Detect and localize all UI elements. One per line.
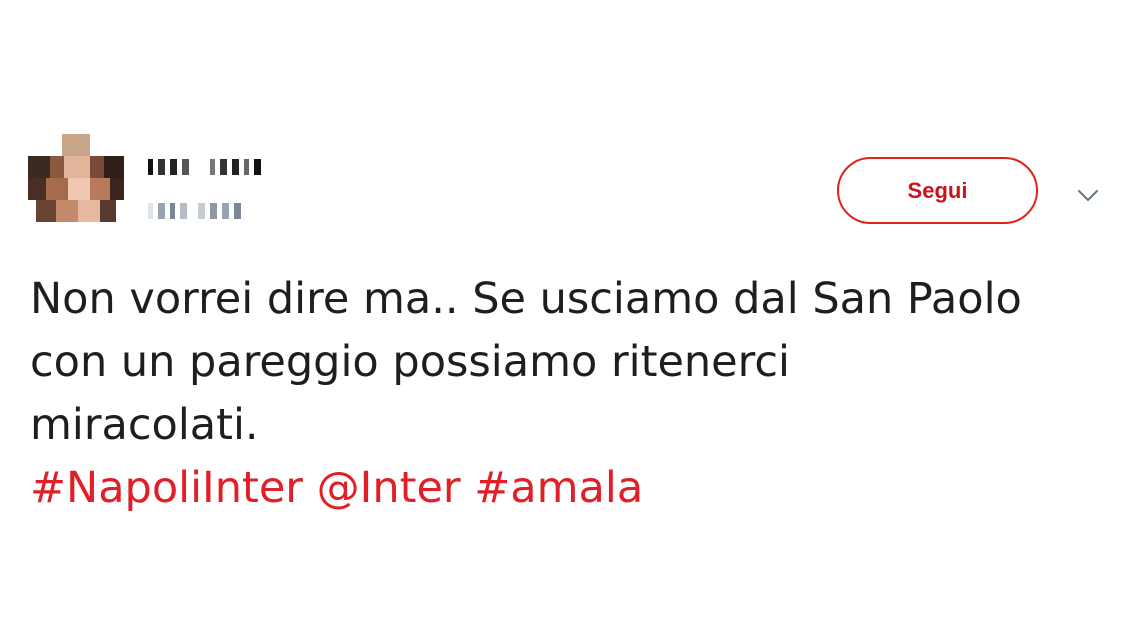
chevron-down-icon[interactable]: [1075, 182, 1101, 208]
tweet-text: Non vorrei dire ma.. Se usciamo dal San …: [30, 268, 1130, 520]
mention-link[interactable]: @Inter: [317, 463, 461, 513]
avatar[interactable]: [28, 134, 124, 222]
username-handle-redacted[interactable]: [148, 200, 246, 222]
tweet-text-line: con un pareggio possiamo ritenerci: [30, 337, 790, 387]
display-name-redacted[interactable]: [148, 156, 266, 178]
hashtag-link[interactable]: #amala: [474, 463, 643, 513]
hashtag-link[interactable]: #NapoliInter: [30, 463, 303, 513]
tweet-text-line: Non vorrei dire ma.. Se usciamo dal San …: [30, 274, 1022, 324]
follow-button[interactable]: Segui: [837, 157, 1038, 224]
tweet-tags-line: #NapoliInter @Inter #amala: [30, 457, 1130, 520]
tweet-text-line: miracolati.: [30, 400, 259, 450]
pixelated-avatar-image: [28, 134, 124, 222]
